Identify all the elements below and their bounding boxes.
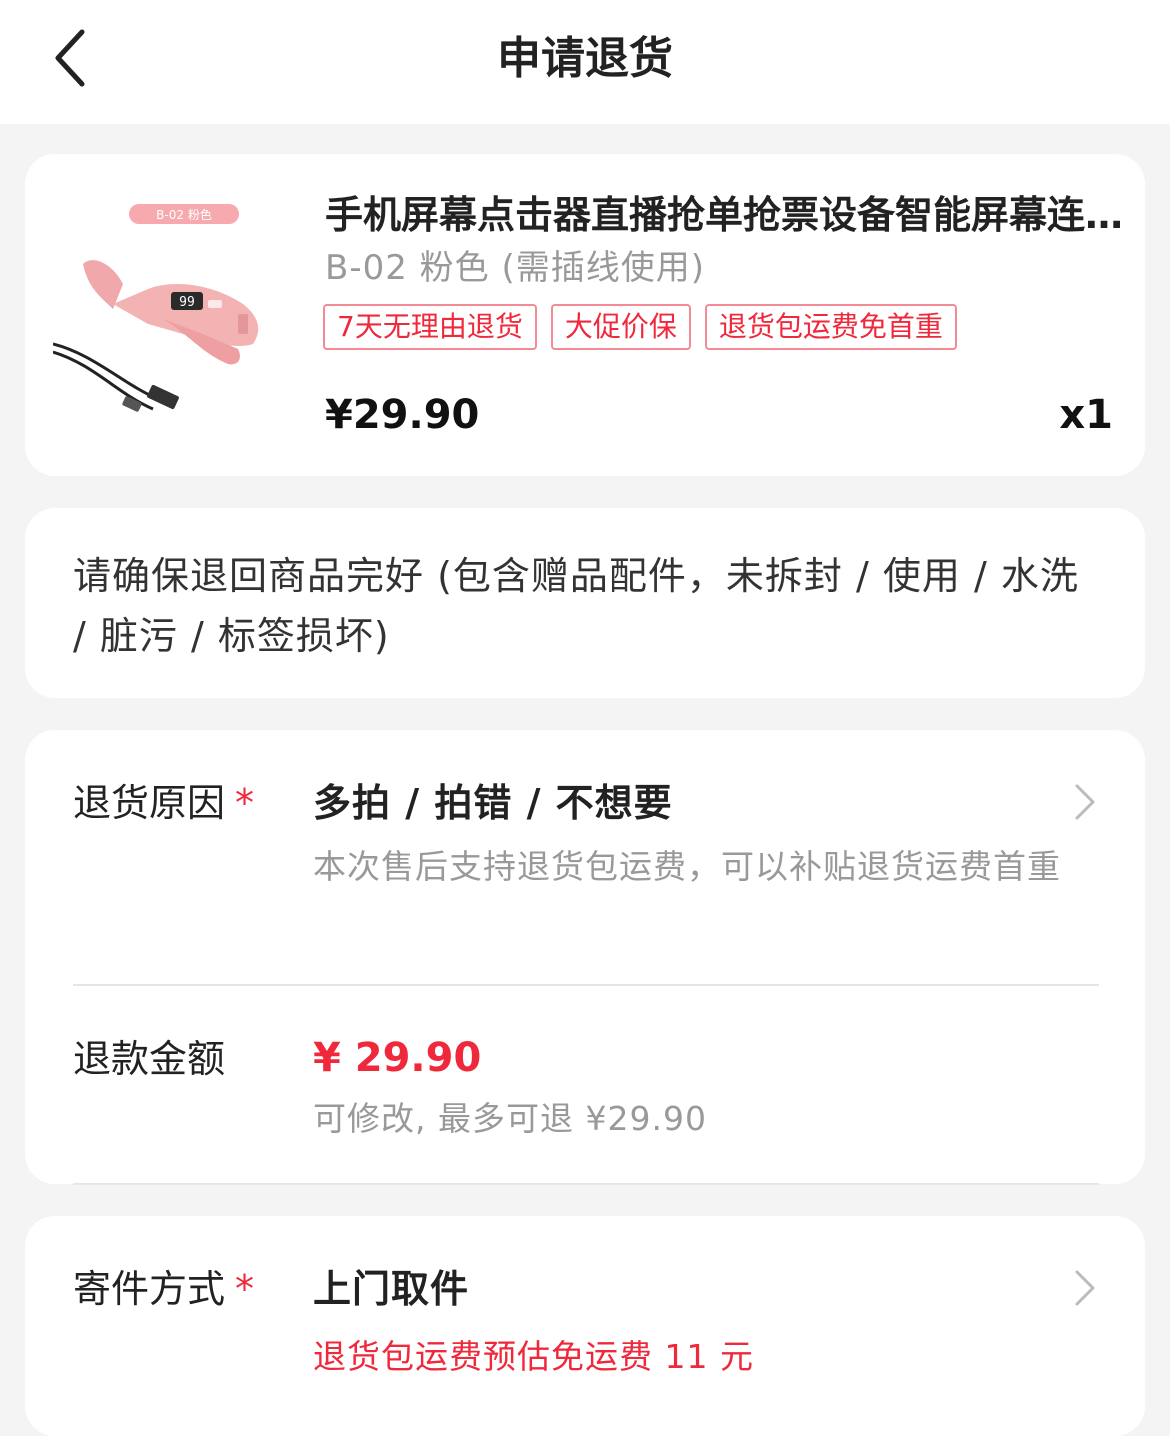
product-image: B-02 粉色 99 [52, 194, 288, 434]
refund-amount-label: 退款金额 [73, 1037, 226, 1081]
return-reason-select[interactable]: 多拍 / 拍错 / 不想要 [313, 778, 673, 828]
nav-bar: 申请退货 [0, 0, 1170, 124]
chevron-right-icon[interactable] [1071, 1268, 1099, 1308]
return-form-card: 退货原因 * 多拍 / 拍错 / 不想要 本次售后支持退货包运费，可以补贴退货运费… [25, 730, 1145, 1184]
return-notice-card: 请确保退回商品完好 (包含赠品配件，未拆封 / 使用 / 水洗 / 脏污 / 标… [25, 508, 1145, 698]
service-tag: 7天无理由退货 [323, 304, 537, 350]
required-mark: * [235, 781, 255, 825]
product-spec: B-02 粉色 (需插线使用) [325, 248, 706, 288]
image-display-text: 99 [179, 295, 195, 310]
refund-amount-hint: 可修改, 最多可退 ¥29.90 [313, 1099, 707, 1138]
return-notice-text: 请确保退回商品完好 (包含赠品配件，未拆封 / 使用 / 水洗 / 脏污 / 标… [73, 554, 1079, 658]
product-name: 手机屏幕点击器直播抢单抢票设备智能屏幕连点器自动点击 [325, 193, 1125, 237]
shipping-method-label: 寄件方式 * [73, 1267, 255, 1311]
divider [73, 1183, 1099, 1185]
refund-amount-input[interactable]: ¥ 29.90 [313, 1030, 481, 1086]
return-reason-hint: 本次售后支持退货包运费，可以补贴退货运费首重 [313, 847, 1061, 886]
service-tags: 7天无理由退货 大促价保 退货包运费免首重 [323, 304, 957, 350]
service-tag: 退货包运费免首重 [704, 304, 957, 350]
image-badge-text: B-02 粉色 [156, 208, 212, 222]
shipping-method-card: 寄件方式 * 上门取件 退货包运费预估免运费 11 元 [25, 1216, 1145, 1436]
service-tag: 大促价保 [550, 304, 691, 350]
product-card[interactable]: B-02 粉色 99 手机屏幕点击器直播抢单抢票设备智能屏幕连点器自动点击 B-… [25, 154, 1145, 476]
required-mark: * [235, 1267, 255, 1311]
return-reason-label: 退货原因 * [73, 781, 255, 825]
product-quantity: x1 [1059, 392, 1113, 438]
chevron-right-icon[interactable] [1071, 782, 1099, 822]
shipping-fee-note: 退货包运费预估免运费 11 元 [313, 1337, 754, 1376]
shipping-method-select[interactable]: 上门取件 [313, 1264, 469, 1314]
product-price: ¥29.90 [325, 392, 480, 438]
divider [73, 984, 1099, 986]
page-title: 申请退货 [497, 33, 673, 84]
